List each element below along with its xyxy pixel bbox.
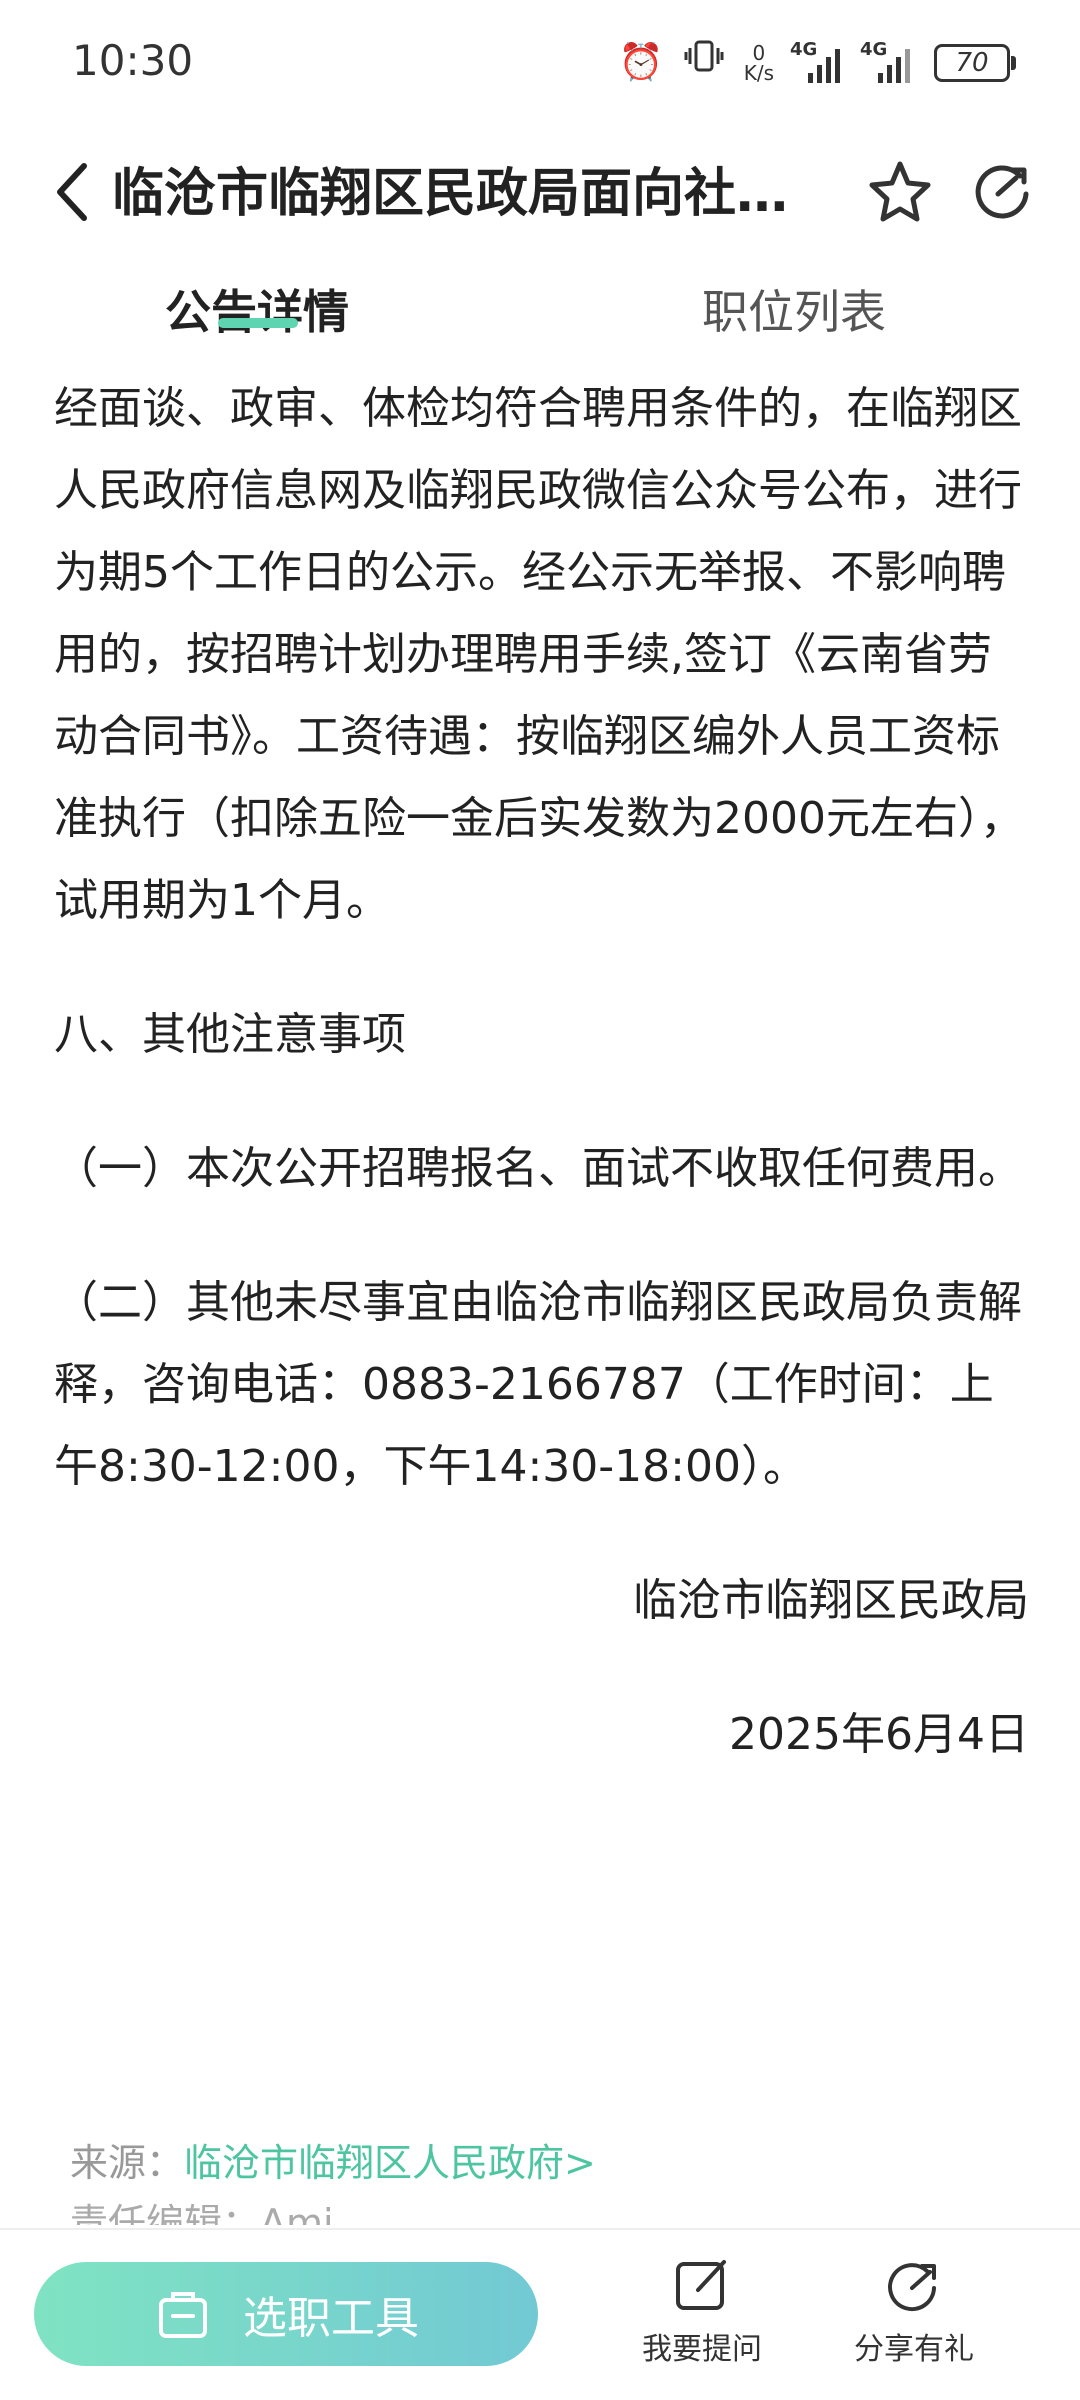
signal2-label: 4G <box>860 39 888 60</box>
bottom-bar: 选职工具 我要提问 分享有礼 <box>0 2228 1080 2400</box>
status-bar: 10:30 ⏰ 0 K/s 4G 4G 70 <box>0 0 1080 130</box>
tab-position-list[interactable]: 职位列表 <box>702 272 886 352</box>
edit-icon <box>676 2260 726 2310</box>
signal-icon-2: 4G <box>860 39 914 83</box>
article-body: 经面谈、政审、体检均符合聘用条件的，在临翔区人民政府信息网及临翔民政微信公众号公… <box>54 368 1029 1776</box>
source-link[interactable]: 临沧市临翔区人民政府> <box>184 2141 596 2185</box>
tab-bar: 公告详情 职位列表 <box>0 262 1080 362</box>
article-paragraph: （二）其他未尽事宜由临沧市临翔区民政局负责解释，咨询电话：0883-216678… <box>54 1277 1022 1492</box>
active-tab-indicator <box>218 318 298 328</box>
share-gift-button[interactable]: 分享有礼 <box>834 2254 994 2368</box>
tab-announcement-details[interactable]: 公告详情 <box>165 272 349 352</box>
vibrate-icon <box>684 36 724 90</box>
status-time: 10:30 <box>72 36 194 85</box>
share-icon <box>975 165 1029 219</box>
app-header: 临沧市临翔区民政局面向社… <box>0 130 1080 260</box>
star-icon <box>869 161 931 222</box>
ask-question-button[interactable]: 我要提问 <box>622 2254 782 2368</box>
status-icons: ⏰ 0 K/s 4G 4G 70 <box>618 36 1016 90</box>
favorite-button[interactable] <box>860 152 940 232</box>
job-tool-button[interactable]: 选职工具 <box>34 2262 538 2366</box>
net-speed-value: 0 <box>752 41 766 65</box>
signal1-label: 4G <box>790 39 818 60</box>
page-title: 临沧市临翔区民政局面向社… <box>112 164 789 224</box>
battery-icon: 70 <box>934 44 1016 82</box>
back-arrow-icon <box>57 163 87 221</box>
share-gift-label: 分享有礼 <box>854 2332 974 2367</box>
share-gift-icon <box>888 2263 936 2312</box>
back-button[interactable] <box>40 152 110 232</box>
publish-date: 2025年6月4日 <box>729 1709 1029 1760</box>
source-line: 来源：临沧市临翔区人民政府> <box>70 2125 596 2201</box>
signal-icon: 4G <box>790 39 844 83</box>
signature: 临沧市临翔区民政局 <box>633 1575 1029 1626</box>
ask-question-label: 我要提问 <box>642 2332 762 2367</box>
network-speed: 0 K/s <box>744 43 774 83</box>
article-paragraph: （一）本次公开招聘报名、面试不收取任何费用。 <box>54 1143 1022 1194</box>
job-tool-label: 选职工具 <box>243 2293 419 2344</box>
editor-line: 责任编辑：Ami <box>70 2201 334 2225</box>
source-label: 来源： <box>70 2141 185 2185</box>
share-button[interactable] <box>962 152 1042 232</box>
briefcase-icon <box>159 2292 207 2338</box>
alarm-icon: ⏰ <box>618 42 664 83</box>
section-heading: 八、其他注意事项 <box>54 1009 406 1060</box>
article-paragraph: 经面谈、政审、体检均符合聘用条件的，在临翔区人民政府信息网及临翔民政微信公众号公… <box>54 383 1024 926</box>
net-speed-unit: K/s <box>743 61 774 85</box>
